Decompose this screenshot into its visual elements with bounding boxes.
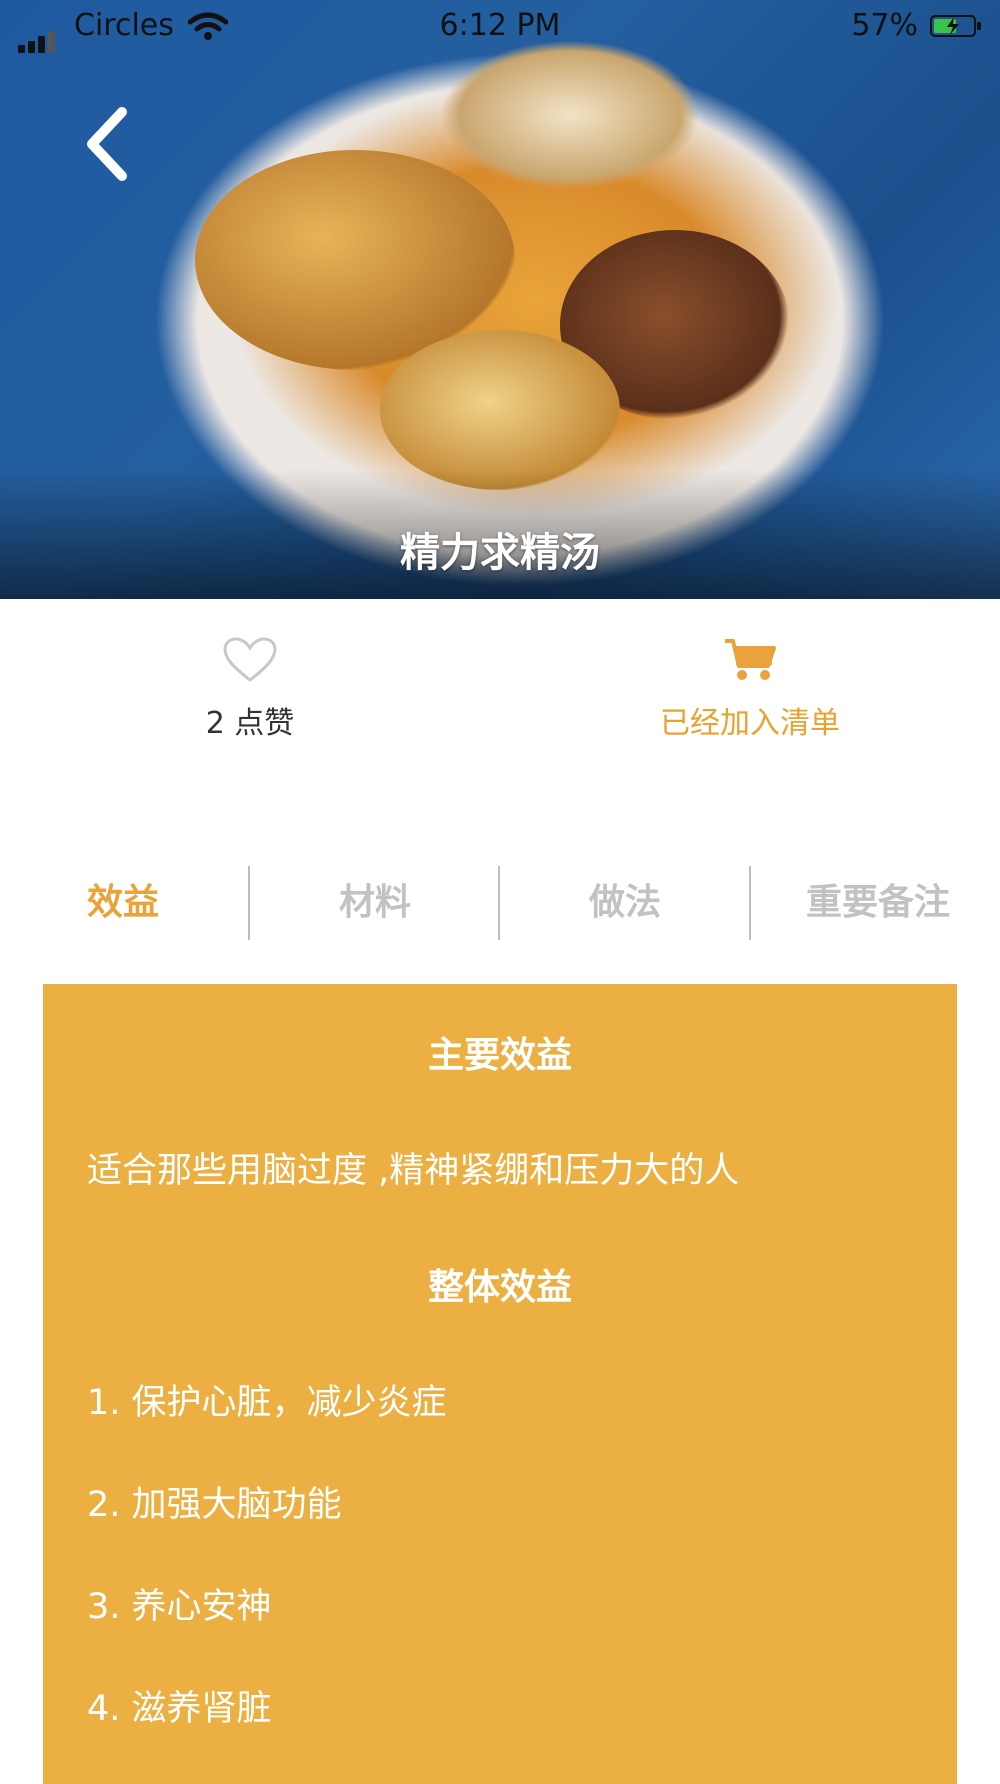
main-benefits-text: 适合那些用脑过度 ,精神紧绷和压力大的人 [87, 1151, 740, 1191]
cart-status-label: 已经加入清单 [660, 706, 840, 741]
tab-benefits[interactable]: 效益 [0, 866, 250, 940]
like-button[interactable]: 2 点赞 [100, 636, 400, 742]
clock: 6:12 PM [439, 8, 561, 43]
benefit-item: 2. 加强大脑功能 [87, 1485, 342, 1525]
benefit-item: 4. 滋养肾脏 [87, 1689, 272, 1729]
battery-icon [930, 15, 981, 37]
benefits-panel: 主要效益 适合那些用脑过度 ,精神紧绷和压力大的人 整体效益 1. 保护心脏，减… [43, 984, 957, 1784]
status-bar: Circles 6:12 PM 57% [0, 0, 1000, 56]
recipe-title: 精力求精汤 [400, 530, 600, 576]
tab-method[interactable]: 做法 [500, 866, 750, 940]
main-benefits-heading: 主要效益 [427, 1035, 572, 1076]
shopping-list-button[interactable]: 已经加入清单 [600, 636, 900, 742]
heart-icon [223, 637, 277, 682]
tab-ingredients[interactable]: 材料 [250, 866, 500, 940]
back-chevron-icon[interactable] [80, 104, 140, 184]
food-image-part [440, 40, 700, 190]
cart-icon [725, 639, 776, 680]
food-image-part [380, 330, 620, 490]
tab-bar: 效益 材料 做法 重要备注 [0, 866, 1000, 940]
like-count-label: 2 点赞 [205, 706, 295, 741]
overall-benefits-heading: 整体效益 [427, 1267, 572, 1308]
hero-image: Circles 6:12 PM 57% 精力求精汤 [0, 0, 1000, 599]
battery-percent: 57% [851, 8, 918, 43]
benefit-item: 3. 养心安神 [87, 1587, 272, 1627]
tab-notes[interactable]: 重要备注 [750, 866, 1000, 940]
benefit-item: 1. 保护心脏，减少炎症 [87, 1383, 447, 1423]
